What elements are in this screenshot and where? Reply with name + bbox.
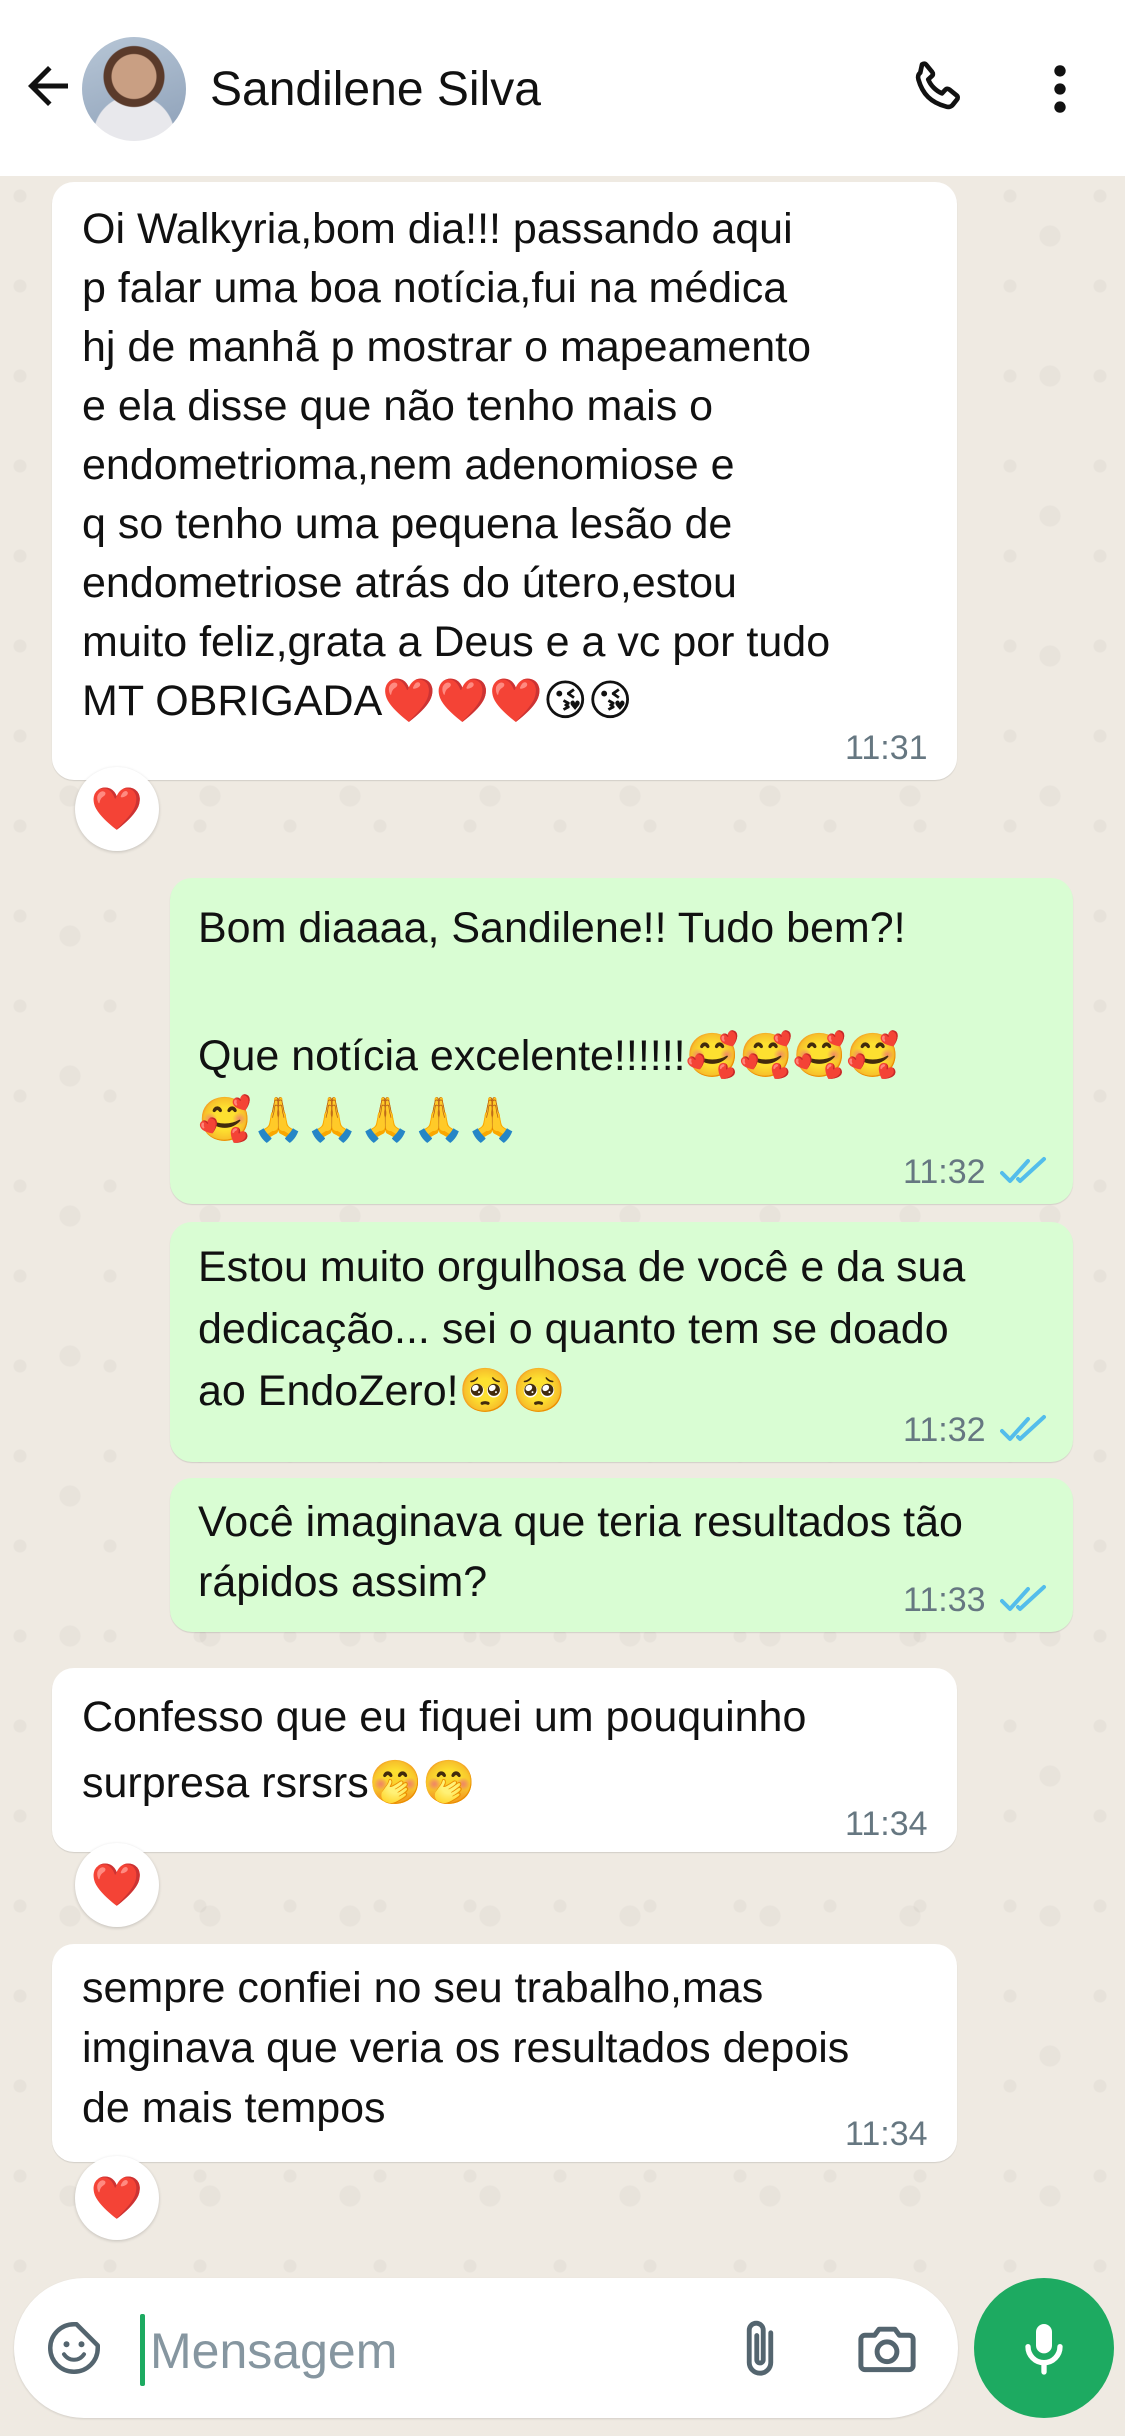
microphone-icon [1025, 2324, 1063, 2375]
attach-button[interactable] [732, 2314, 788, 2384]
chat-header: Sandilene Silva [0, 0, 1125, 176]
paperclip-icon [746, 2320, 774, 2376]
message-bubble-outgoing[interactable]: Estou muito orgulhosa de você e da sua d… [170, 1222, 1073, 1462]
message-time: 11:32 [903, 1411, 986, 1449]
more-vertical-icon [1054, 65, 1066, 113]
camera-icon [858, 2326, 916, 2373]
phone-icon [915, 61, 960, 110]
menu-button[interactable] [1040, 58, 1080, 120]
message-time: 11:34 [845, 1805, 928, 1843]
message-text: Bom diaaaa, Sandilene!! Tudo bem?! Que n… [198, 904, 906, 1144]
heart-reaction[interactable]: ❤️ [75, 2156, 159, 2240]
double-check-icon [1000, 1157, 1046, 1183]
message-input[interactable]: Mensagem [150, 2322, 397, 2380]
heart-icon: ❤️ [90, 2174, 144, 2221]
camera-button[interactable] [854, 2316, 920, 2382]
message-bubble-outgoing[interactable]: Você imaginava que teria resultados tão … [170, 1478, 1073, 1632]
message-time: 11:34 [845, 2115, 928, 2153]
message-text: sempre confiei no seu trabalho,mas imgin… [82, 1964, 850, 2132]
message-bubble-incoming[interactable]: sempre confiei no seu trabalho,mas imgin… [52, 1944, 957, 2162]
arrow-left-icon [28, 66, 68, 106]
heart-icon: ❤️ [90, 1861, 144, 1908]
avatar[interactable] [82, 37, 186, 141]
text-cursor [140, 2314, 145, 2386]
message-text: Oi Walkyria,bom dia!!! passando aqui p f… [82, 205, 831, 725]
heart-icon: ❤️ [90, 785, 144, 832]
message-text: Confesso que eu fiquei um pouquinho surp… [82, 1693, 807, 1807]
heart-reaction[interactable]: ❤️ [75, 767, 159, 851]
message-time: 11:33 [903, 1581, 986, 1619]
double-check-icon [1000, 1415, 1046, 1441]
heart-reaction[interactable]: ❤️ [75, 1843, 159, 1927]
message-time: 11:32 [903, 1153, 986, 1191]
message-composer[interactable]: Mensagem [14, 2278, 958, 2418]
sticker-button[interactable] [44, 2318, 104, 2378]
message-bubble-incoming[interactable]: Confesso que eu fiquei um pouquinho surp… [52, 1668, 957, 1852]
call-button[interactable] [905, 58, 967, 120]
sticker-smiley-icon [48, 2322, 100, 2374]
message-bubble-outgoing[interactable]: Bom diaaaa, Sandilene!! Tudo bem?! Que n… [170, 878, 1073, 1204]
contact-name[interactable]: Sandilene Silva [210, 62, 541, 117]
back-button[interactable] [18, 56, 78, 116]
message-bubble-incoming[interactable]: Oi Walkyria,bom dia!!! passando aqui p f… [52, 182, 957, 780]
message-time: 11:31 [845, 729, 928, 767]
double-check-icon [1000, 1585, 1046, 1611]
message-text: Estou muito orgulhosa de você e da sua d… [198, 1243, 966, 1415]
mic-button[interactable] [974, 2278, 1114, 2418]
